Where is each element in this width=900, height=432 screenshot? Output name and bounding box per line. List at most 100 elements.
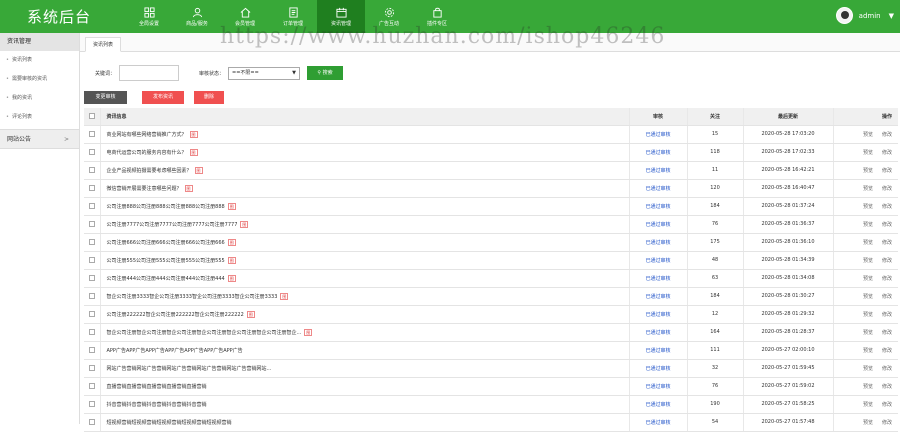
preview-link[interactable]: 预览 <box>863 366 873 372</box>
edit-link[interactable]: 修改 <box>882 132 892 138</box>
row-checkbox[interactable] <box>88 184 95 191</box>
row-title-link[interactable]: 电商代运营公司的服务内容有什么？ <box>107 150 187 156</box>
row-status[interactable]: 已通过审核 <box>628 413 687 432</box>
row-status[interactable]: 已通过审核 <box>628 215 687 234</box>
preview-link[interactable]: 预览 <box>863 348 873 354</box>
row-title-link[interactable]: 公司注册555公司注册555公司注册555公司注册555 <box>107 258 225 264</box>
select-all-checkbox[interactable] <box>88 113 95 119</box>
row-checkbox[interactable] <box>88 310 95 317</box>
preview-link[interactable]: 预览 <box>863 294 873 300</box>
row-title-link[interactable]: 短视频营销短视频营销短视频营销短视频营销短视频营销 <box>107 420 232 426</box>
edit-link[interactable]: 修改 <box>882 366 892 372</box>
row-status[interactable]: 已通过审核 <box>628 197 687 216</box>
preview-link[interactable]: 预览 <box>863 240 873 246</box>
edit-link[interactable]: 修改 <box>882 384 892 390</box>
preview-link[interactable]: 预览 <box>863 132 873 138</box>
preview-link[interactable]: 预览 <box>863 204 873 210</box>
keyword-input[interactable] <box>119 65 180 81</box>
row-status[interactable]: 已通过审核 <box>628 125 687 144</box>
row-status[interactable]: 已通过审核 <box>628 323 687 342</box>
preview-link[interactable]: 预览 <box>863 168 873 174</box>
sidebar-item-my-news[interactable]: 我的资讯 <box>0 89 79 108</box>
row-title-link[interactable]: 微信营销开展需要注意哪些问题？ <box>107 186 182 192</box>
preview-link[interactable]: 预览 <box>863 402 873 408</box>
delete-button[interactable]: 删除 <box>194 91 224 104</box>
row-status[interactable]: 已通过审核 <box>628 143 687 162</box>
row-status[interactable]: 已通过审核 <box>628 359 687 378</box>
preview-link[interactable]: 预览 <box>863 312 873 318</box>
preview-link[interactable]: 预览 <box>863 276 873 282</box>
sidebar-item-news-list[interactable]: 资讯列表 <box>0 51 79 70</box>
row-checkbox[interactable] <box>88 166 95 173</box>
nav-item-3[interactable]: 订单管理 <box>269 0 317 33</box>
row-status[interactable]: 已通过审核 <box>628 305 687 324</box>
nav-item-5[interactable]: 广告互动 <box>365 0 413 33</box>
edit-link[interactable]: 修改 <box>882 348 892 354</box>
row-title-link[interactable]: 企业产品视频拍摄需要考虑哪些因素？ <box>107 168 192 174</box>
nav-item-1[interactable]: 商品/服务 <box>173 0 221 33</box>
user-menu[interactable]: admin ▼ <box>835 7 894 24</box>
sidebar-item-comments[interactable]: 评论列表 <box>0 108 79 127</box>
preview-link[interactable]: 预览 <box>863 150 873 156</box>
search-button[interactable]: ⚲ 搜索 <box>307 66 344 80</box>
status-select[interactable]: ==不限== ▼ <box>228 66 301 80</box>
row-checkbox[interactable] <box>88 274 95 281</box>
edit-link[interactable]: 修改 <box>882 330 892 336</box>
change-review-button[interactable]: 变更审核 <box>84 91 127 104</box>
preview-link[interactable]: 预览 <box>863 258 873 264</box>
user-name[interactable]: admin <box>859 12 881 20</box>
nav-item-0[interactable]: 全局设置 <box>125 0 173 33</box>
row-checkbox[interactable] <box>88 238 95 245</box>
row-title-link[interactable]: 公司注册7777公司注册7777公司注册7777公司注册7777 <box>107 222 238 228</box>
row-title-link[interactable]: 公司注册888公司注册888公司注册888公司注册888 <box>107 204 225 210</box>
row-checkbox[interactable] <box>88 328 95 335</box>
edit-link[interactable]: 修改 <box>882 402 892 408</box>
edit-link[interactable]: 修改 <box>882 222 892 228</box>
avatar[interactable] <box>835 7 853 24</box>
row-title-link[interactable]: 商业网站有哪些网络营销推广方式？ <box>107 132 187 138</box>
row-status[interactable]: 已通过审核 <box>628 251 687 270</box>
row-title-link[interactable]: 网站广告营销网站广告营销网站广告营销网站广告营销网站广告营销网站... <box>107 366 272 372</box>
row-status[interactable]: 已通过审核 <box>628 233 687 252</box>
row-checkbox[interactable] <box>88 400 95 407</box>
row-title-link[interactable]: 公司注册666公司注册666公司注册666公司注册666 <box>107 240 225 246</box>
preview-link[interactable]: 预览 <box>863 420 873 426</box>
row-checkbox[interactable] <box>88 202 95 209</box>
chevron-down-icon[interactable]: ▼ <box>889 12 894 20</box>
preview-link[interactable]: 预览 <box>863 384 873 390</box>
preview-link[interactable]: 预览 <box>863 222 873 228</box>
row-checkbox[interactable] <box>88 148 95 155</box>
sidebar-item-pending-review[interactable]: 需要审核的资讯 <box>0 70 79 89</box>
preview-link[interactable]: 预览 <box>863 330 873 336</box>
row-checkbox[interactable] <box>88 130 95 137</box>
row-status[interactable]: 已通过审核 <box>628 341 687 360</box>
tab-news-list[interactable]: 资讯列表 <box>85 37 122 52</box>
row-checkbox[interactable] <box>88 220 95 227</box>
preview-link[interactable]: 预览 <box>863 186 873 192</box>
nav-item-6[interactable]: 插件专区 <box>413 0 461 33</box>
row-checkbox[interactable] <box>88 346 95 353</box>
edit-link[interactable]: 修改 <box>882 186 892 192</box>
edit-link[interactable]: 修改 <box>882 150 892 156</box>
row-checkbox[interactable] <box>88 256 95 263</box>
publish-news-button[interactable]: 发布资讯 <box>142 91 184 104</box>
row-title-link[interactable]: 公司注册222222智企公司注册222222智企公司注册222222 <box>107 312 244 318</box>
edit-link[interactable]: 修改 <box>882 204 892 210</box>
row-status[interactable]: 已通过审核 <box>628 269 687 288</box>
edit-link[interactable]: 修改 <box>882 276 892 282</box>
row-title-link[interactable]: 智企公司注册智企公司注册智企公司注册智企公司注册智企公司注册智企公司注册智企..… <box>107 330 302 336</box>
edit-link[interactable]: 修改 <box>882 420 892 426</box>
edit-link[interactable]: 修改 <box>882 294 892 300</box>
row-checkbox[interactable] <box>88 364 95 371</box>
edit-link[interactable]: 修改 <box>882 240 892 246</box>
row-status[interactable]: 已通过审核 <box>628 287 687 306</box>
row-title-link[interactable]: 抖音营销抖音营销抖音营销抖音营销抖音营销 <box>107 402 207 408</box>
sidebar-group-announcements[interactable]: 网站公告 > <box>0 129 79 149</box>
row-checkbox[interactable] <box>88 382 95 389</box>
row-status[interactable]: 已通过审核 <box>628 161 687 180</box>
row-status[interactable]: 已通过审核 <box>628 377 687 396</box>
edit-link[interactable]: 修改 <box>882 168 892 174</box>
nav-item-4[interactable]: 资讯管理 <box>317 0 365 33</box>
nav-item-2[interactable]: 会员管理 <box>221 0 269 33</box>
edit-link[interactable]: 修改 <box>882 312 892 318</box>
